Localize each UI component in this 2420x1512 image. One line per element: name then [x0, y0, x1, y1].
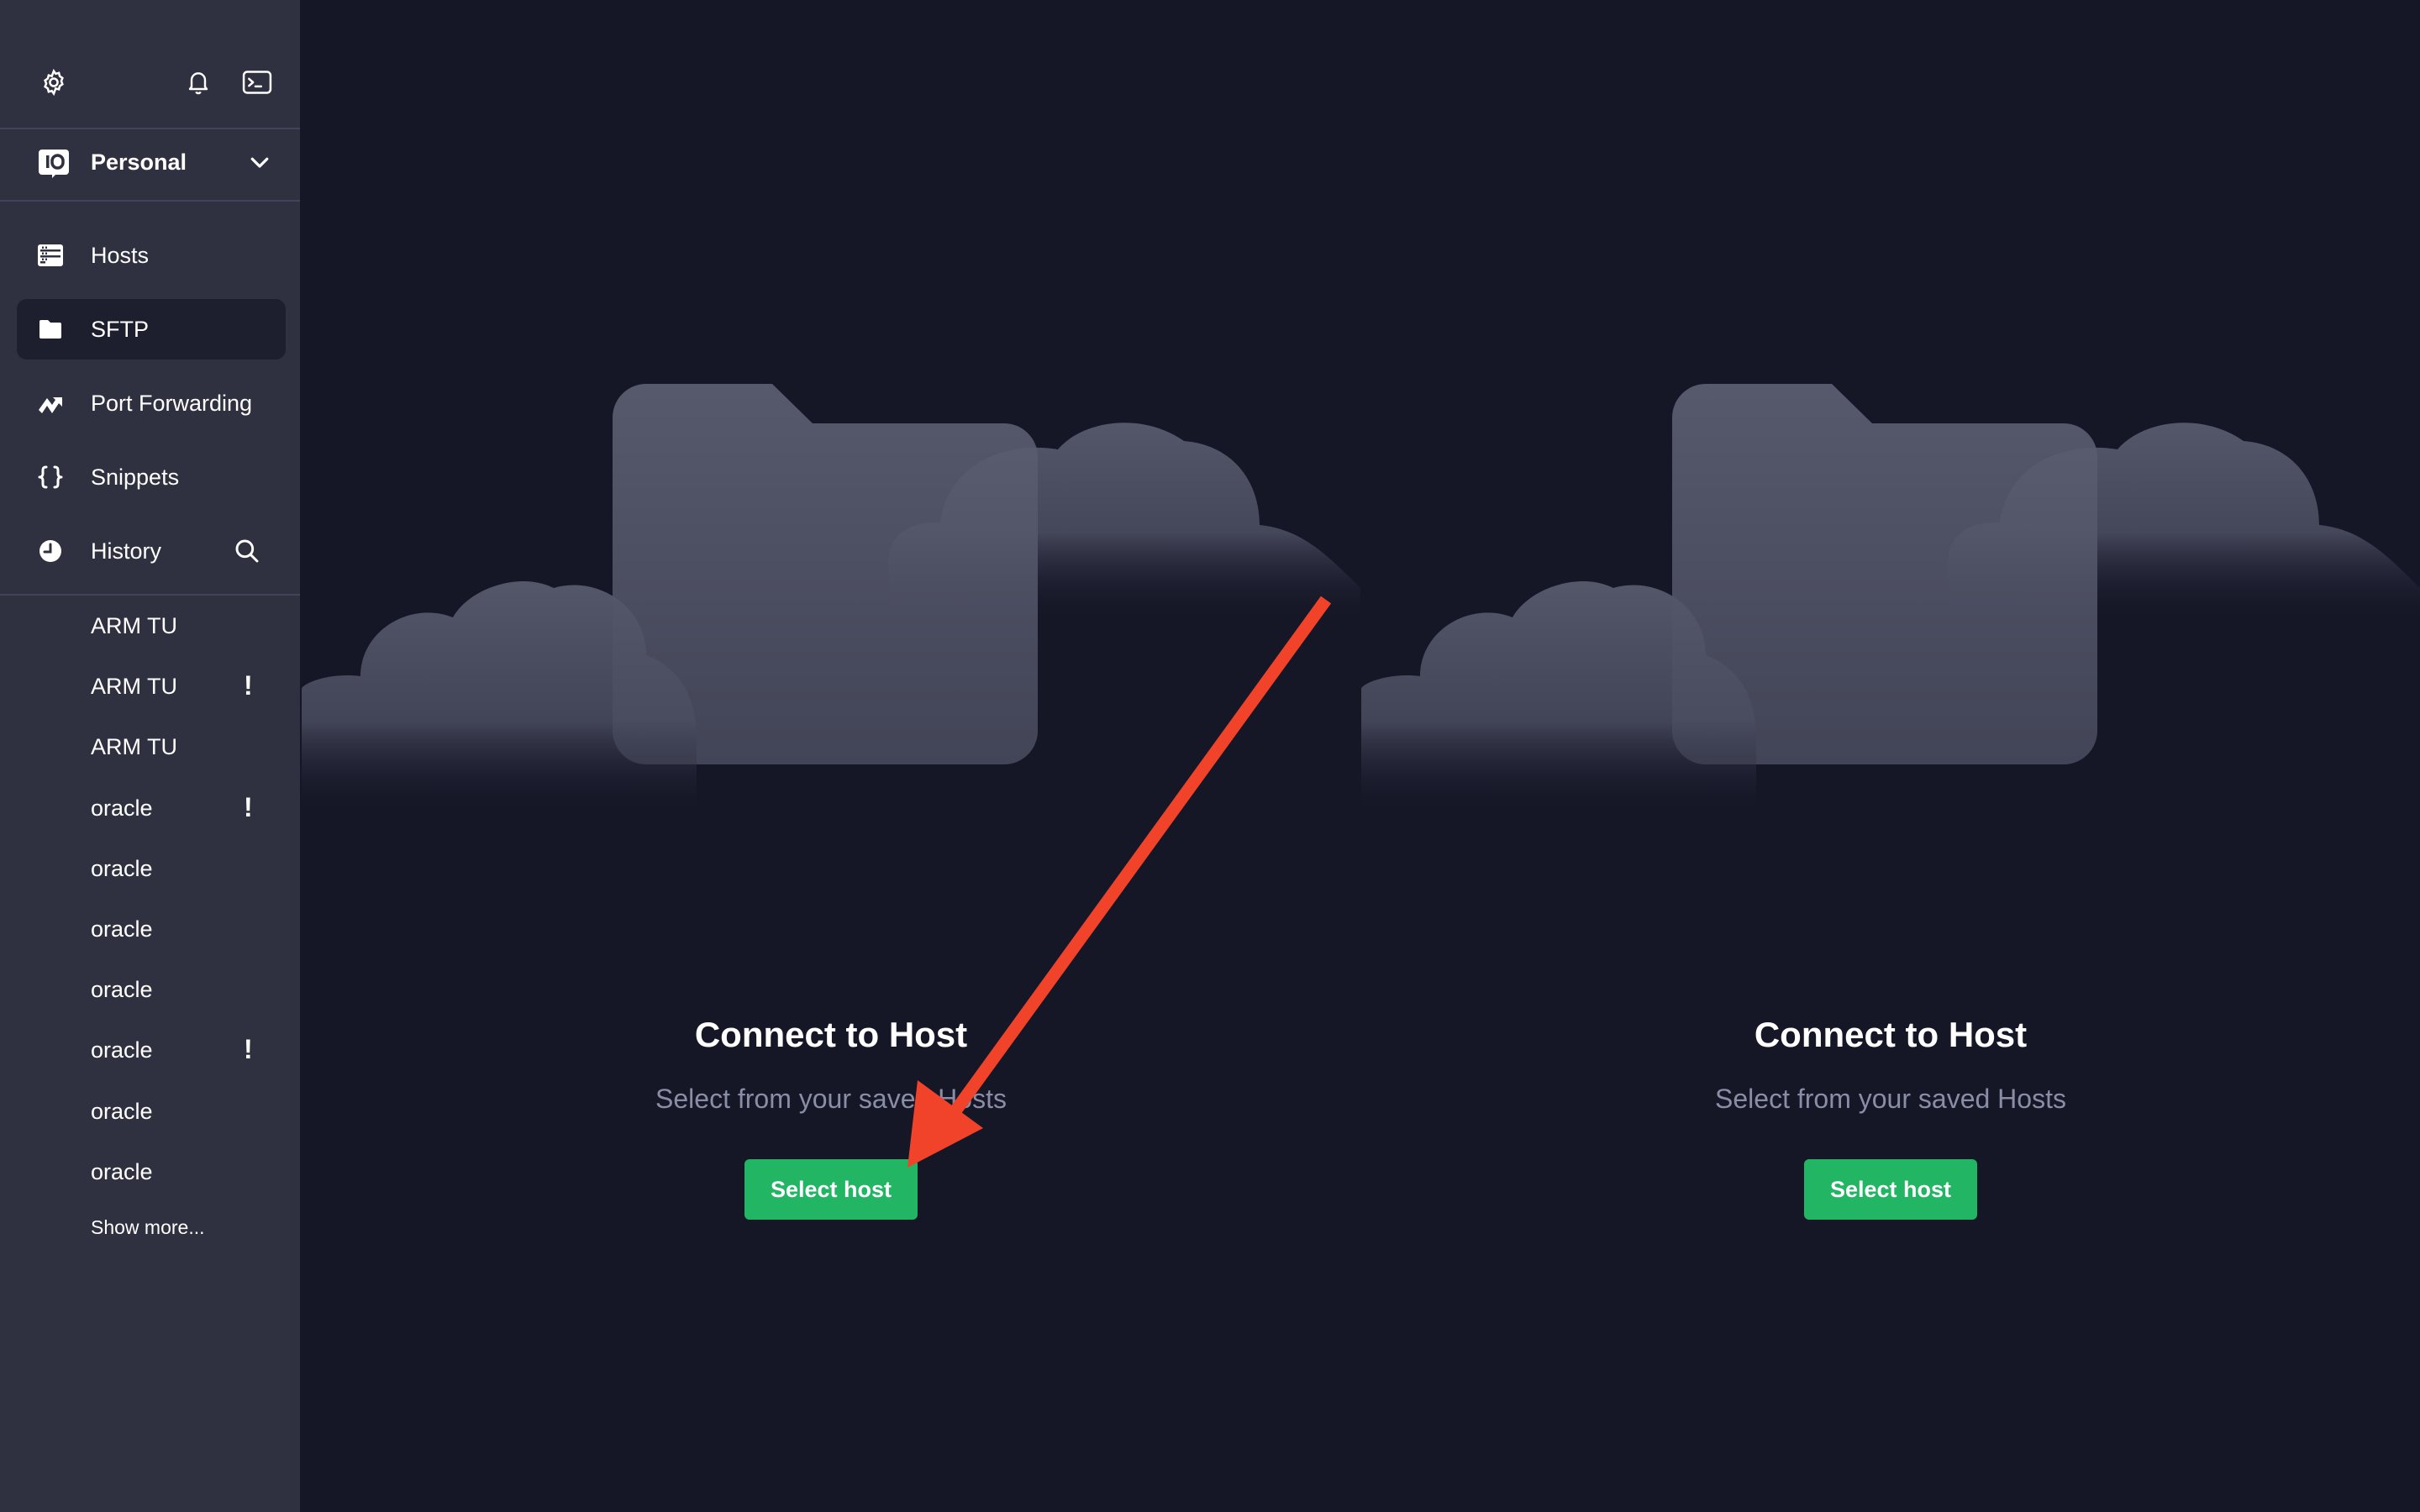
warning-icon: !	[244, 670, 253, 701]
workspace-selector[interactable]: Personal	[0, 129, 300, 200]
sidebar-item-label: SFTP	[91, 317, 150, 342]
search-icon[interactable]	[234, 538, 260, 564]
sidebar-item-label: Snippets	[91, 465, 180, 490]
connect-title: Connect to Host	[694, 1015, 968, 1054]
connect-subtitle: Select from your saved Hosts	[1715, 1084, 2066, 1114]
sidebar-item-history[interactable]: History	[17, 521, 286, 581]
workspace-name: Personal	[91, 150, 187, 175]
history-item[interactable]: ARM TU	[0, 601, 300, 652]
sidebar-item-snippets[interactable]: Snippets	[17, 447, 286, 507]
history-item[interactable]: oracle	[0, 844, 300, 895]
sidebar-item-sftp[interactable]: SFTP	[17, 299, 286, 360]
sidebar-item-label: Port Forwarding	[91, 391, 253, 416]
sidebar: Personal Hosts SFTP Port Forwarding Snip…	[0, 0, 300, 1512]
divider	[0, 594, 300, 596]
history-item[interactable]: oracle !	[0, 1026, 300, 1076]
folder-icon	[37, 316, 64, 343]
workspace-icon	[37, 146, 71, 180]
terminal-icon[interactable]	[242, 67, 272, 97]
history-item[interactable]: oracle	[0, 905, 300, 955]
history-item[interactable]: oracle	[0, 965, 300, 1016]
select-host-button[interactable]: Select host	[744, 1159, 918, 1220]
history-item-label: oracle	[91, 1099, 153, 1124]
history-item-label: oracle	[91, 977, 153, 1002]
history-item-label: oracle	[91, 856, 153, 881]
chevron-down-icon[interactable]	[247, 150, 272, 175]
history-item[interactable]: oracle !	[0, 784, 300, 834]
sidebar-item-hosts[interactable]: Hosts	[17, 225, 286, 286]
history-item-label: oracle	[91, 1037, 153, 1063]
history-item[interactable]: oracle	[0, 1147, 300, 1198]
history-item-label: ARM TU	[91, 734, 178, 759]
connect-title: Connect to Host	[1754, 1015, 2028, 1054]
clock-icon	[37, 538, 64, 564]
hosts-icon	[37, 242, 64, 269]
history-item-label: ARM TU	[91, 674, 178, 699]
folder-clouds-illustration	[302, 384, 1360, 815]
history-item-label: oracle	[91, 795, 153, 821]
sidebar-item-port-forwarding[interactable]: Port Forwarding	[17, 373, 286, 433]
warning-icon: !	[244, 792, 253, 822]
sidebar-toolbar	[0, 0, 300, 128]
history-item[interactable]: ARM TU	[0, 722, 300, 773]
history-item-label: ARM TU	[91, 613, 178, 638]
sftp-pane-right: Connect to Host Select from your saved H…	[1361, 0, 2420, 1512]
history-item-label: oracle	[91, 1159, 153, 1184]
warning-icon: !	[244, 1034, 253, 1064]
sftp-pane-left: Connect to Host Select from your saved H…	[302, 0, 1360, 1512]
gear-icon[interactable]	[39, 67, 69, 97]
port-forwarding-icon	[37, 390, 64, 417]
history-item[interactable]: ARM TU !	[0, 662, 300, 712]
sidebar-item-label: History	[91, 538, 162, 564]
bell-icon[interactable]	[183, 67, 213, 97]
app-window: Personal Hosts SFTP Port Forwarding Snip…	[0, 0, 2420, 1512]
connect-subtitle: Select from your saved Hosts	[655, 1084, 1007, 1114]
history-item-label: oracle	[91, 916, 153, 942]
sidebar-item-label: Hosts	[91, 243, 150, 268]
folder-clouds-illustration	[1361, 384, 2420, 815]
show-more-link[interactable]: Show more...	[91, 1216, 205, 1239]
braces-icon	[37, 464, 64, 491]
select-host-button[interactable]: Select host	[1804, 1159, 1977, 1220]
divider	[0, 200, 300, 202]
history-item[interactable]: oracle	[0, 1087, 300, 1137]
